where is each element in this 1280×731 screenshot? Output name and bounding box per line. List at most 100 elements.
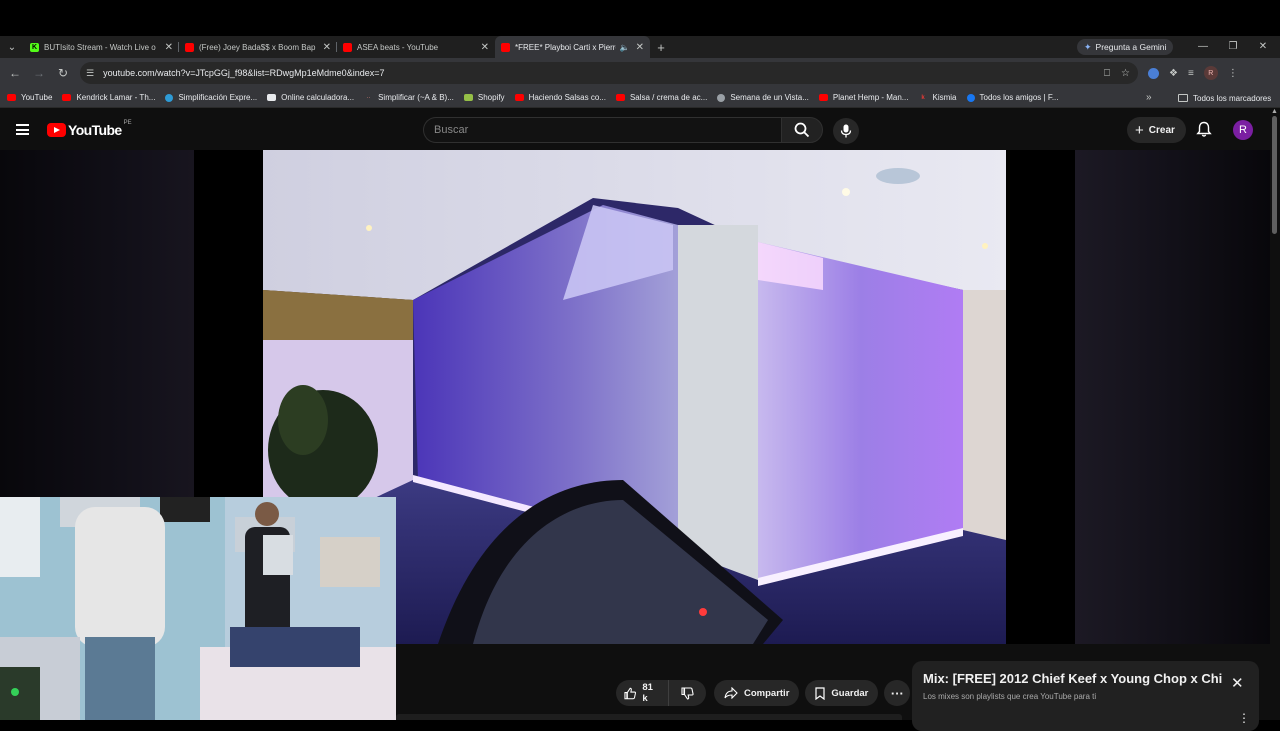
media-controls-icon[interactable]: ≡	[1188, 68, 1194, 79]
bookmark-item[interactable]: ·· Simplificar (~A & B)...	[364, 93, 454, 102]
forward-icon[interactable]: →	[27, 66, 51, 80]
save-label: Guardar	[831, 687, 869, 699]
gemini-button[interactable]: ✦ Pregunta a Gemini	[1077, 39, 1174, 55]
mix-title[interactable]: Mix: [FREE] 2012 Chief Keef x Young Chop…	[923, 671, 1223, 686]
bookmark-item[interactable]: Simplificación Expre...	[165, 93, 257, 102]
toolbar-right: ❖ ≡ R ⋮	[1148, 58, 1238, 88]
all-bookmarks[interactable]: Todos los marcadores	[1178, 88, 1271, 108]
window-controls: — ❐ ✕	[1188, 36, 1278, 58]
site-info-icon[interactable]: ☰	[86, 68, 94, 79]
new-tab-icon[interactable]: +	[650, 40, 672, 55]
bookmark-item[interactable]: k Kismia	[918, 93, 956, 102]
mix-playlist-card[interactable]: Mix: [FREE] 2012 Chief Keef x Young Chop…	[912, 661, 1259, 731]
ambient-glow-right	[1075, 150, 1270, 644]
like-button[interactable]: 81 k	[616, 680, 668, 706]
globe-icon	[717, 93, 726, 102]
url-text[interactable]: youtube.com/watch?v=JTcpGGj_f98&list=RDw…	[103, 68, 384, 78]
account-avatar[interactable]: R	[1233, 120, 1253, 140]
bookmarks-overflow-icon[interactable]: »	[1146, 88, 1152, 108]
bookmark-label: Online calculadora...	[281, 93, 355, 102]
profile-avatar[interactable]: R	[1203, 66, 1218, 80]
install-icon[interactable]: ⎕	[1104, 68, 1110, 79]
bookmark-label: Shopify	[477, 93, 505, 102]
bookmark-item[interactable]: Shopify	[463, 93, 505, 102]
bookmark-label: Simplificación Expre...	[178, 93, 258, 102]
close-icon[interactable]: ✕	[165, 42, 173, 53]
extension-icon[interactable]	[1148, 67, 1159, 79]
symbolab-icon	[165, 93, 174, 102]
close-icon[interactable]: ✕	[1231, 674, 1244, 692]
menu-dots-icon[interactable]: ⋮	[1228, 68, 1238, 79]
tab-3[interactable]: ASEA beats - YouTube ✕	[337, 36, 495, 58]
extensions-puzzle-icon[interactable]: ❖	[1169, 68, 1178, 79]
bookmark-label: Planet Hemp - Man...	[832, 93, 909, 102]
bookmark-item[interactable]: Semana de un Vista...	[717, 93, 809, 102]
youtube-play-icon	[47, 123, 66, 137]
create-button[interactable]: + Crear	[1127, 117, 1186, 143]
bookmark-label: Simplificar (~A & B)...	[378, 93, 454, 102]
speaker-icon[interactable]: 🔈	[620, 43, 630, 52]
create-label: Crear	[1148, 124, 1175, 136]
bookmark-label: Kendrick Lamar - Th...	[76, 93, 156, 102]
youtube-wordmark: YouTube	[68, 122, 122, 138]
close-icon[interactable]: ✕	[481, 42, 489, 53]
dislike-button[interactable]	[668, 680, 706, 706]
save-button[interactable]: Guardar	[805, 680, 879, 706]
tab-1[interactable]: K BUTIsito Stream - Watch Live o ✕	[24, 36, 179, 58]
more-actions-button[interactable]: ···	[884, 680, 911, 706]
hamburger-menu-icon[interactable]	[16, 124, 29, 135]
dots-icon: ··	[366, 94, 371, 101]
webcam-image	[0, 497, 396, 720]
minimize-icon[interactable]: —	[1188, 36, 1218, 58]
kick-icon: K	[30, 42, 39, 52]
tab-4-active[interactable]: *FREE* Playboi Carti x Pierre 🔈 ✕	[495, 36, 650, 58]
bookmark-item[interactable]: YouTube	[7, 93, 52, 102]
folder-icon	[1178, 94, 1188, 102]
bookmark-item[interactable]: Todos los amigos | F...	[966, 93, 1059, 102]
youtube-logo[interactable]: YouTube PE	[47, 120, 132, 138]
bookmark-item[interactable]: Haciendo Salsas co...	[514, 93, 606, 102]
address-bar[interactable]: ☰ youtube.com/watch?v=JTcpGGj_f98&list=R…	[80, 62, 1138, 84]
bookmark-item[interactable]: Salsa / crema de ac...	[615, 93, 708, 102]
kebab-menu-icon[interactable]: ⋮	[1238, 711, 1250, 725]
shopify-icon	[463, 94, 473, 101]
close-icon[interactable]: ✕	[323, 42, 331, 53]
kismia-icon: k	[921, 94, 925, 101]
close-icon[interactable]: ✕	[636, 42, 644, 53]
search-button[interactable]	[781, 117, 823, 143]
bookmark-label: YouTube	[21, 93, 53, 102]
thumbs-up-icon	[624, 687, 636, 699]
page-scrollbar[interactable]	[1272, 116, 1277, 234]
bookmark-item[interactable]: Kendrick Lamar - Th...	[62, 93, 155, 102]
youtube-icon	[514, 94, 524, 101]
tab-search-icon[interactable]: ⌄	[0, 36, 24, 58]
bookmark-star-icon[interactable]: ☆	[1121, 68, 1130, 79]
youtube-icon	[818, 94, 828, 101]
maximize-icon[interactable]: ❐	[1218, 36, 1248, 58]
voice-search-button[interactable]	[833, 118, 859, 144]
reload-icon[interactable]: ↻	[51, 66, 75, 80]
scroll-up-arrow-icon[interactable]: ▲	[1271, 108, 1278, 115]
youtube-icon	[62, 94, 72, 101]
close-window-icon[interactable]: ✕	[1248, 36, 1278, 58]
mix-subtitle: Los mixes son playlists que crea YouTube…	[923, 692, 1097, 701]
bookmark-label: Kismia	[932, 93, 957, 102]
facebook-icon	[966, 93, 975, 102]
bookmark-item[interactable]: Online calculadora...	[267, 93, 354, 102]
action-bar: 81 k Compartir Guardar ···	[616, 680, 911, 706]
notifications-button[interactable]	[1196, 121, 1212, 143]
bookmark-label: Haciendo Salsas co...	[528, 93, 606, 102]
gemini-label: Pregunta a Gemini	[1095, 42, 1167, 52]
share-button[interactable]: Compartir	[714, 680, 800, 706]
tab-2[interactable]: (Free) Joey Bada$$ x Boom Bap ✕	[179, 36, 337, 58]
bookmark-label: Salsa / crema de ac...	[629, 93, 708, 102]
youtube-icon	[343, 42, 352, 52]
more-dots-icon: ···	[890, 685, 904, 701]
search-input[interactable]: Buscar	[423, 117, 781, 143]
bookmark-item[interactable]: Planet Hemp - Man...	[818, 93, 909, 102]
calculator-icon	[267, 94, 277, 101]
youtube-icon	[501, 42, 510, 52]
back-icon[interactable]: ←	[3, 66, 27, 80]
gemini-icon: ✦	[1084, 41, 1092, 52]
youtube-icon	[7, 94, 16, 101]
